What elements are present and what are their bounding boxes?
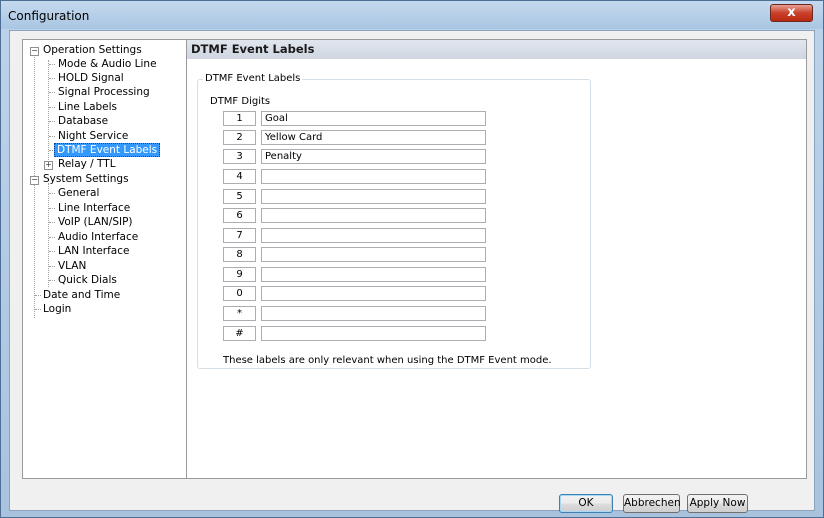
tree-item-operation-settings[interactable]: Operation Settings (41, 43, 144, 57)
tree-connector (48, 60, 49, 164)
label-input-0[interactable] (261, 286, 486, 301)
tree-item-dtmf-event-labels[interactable]: DTMF Event Labels (54, 143, 161, 157)
label-input-star[interactable] (261, 306, 486, 321)
tree-item-signal-processing[interactable]: Signal Processing (56, 85, 152, 99)
tree-item-voip[interactable]: VoIP (LAN/SIP) (56, 215, 135, 229)
title-bar[interactable]: Configuration x (1, 1, 823, 29)
label-input-8[interactable] (261, 247, 486, 262)
label-input-7[interactable] (261, 228, 486, 243)
cancel-button[interactable]: Abbrechen (623, 494, 681, 513)
label-input-9[interactable] (261, 267, 486, 282)
digit-cell: 6 (223, 208, 256, 223)
digit-cell: # (223, 326, 256, 341)
digit-cell: 8 (223, 247, 256, 262)
digit-cell: 5 (223, 189, 256, 204)
collapse-icon[interactable]: − (30, 176, 39, 185)
label-input-1[interactable]: Goal (261, 111, 486, 126)
tree-item-vlan[interactable]: VLAN (56, 259, 88, 273)
tree-connector (34, 52, 35, 318)
tree-item-date-and-time[interactable]: Date and Time (41, 288, 122, 302)
expand-icon[interactable]: + (44, 161, 53, 170)
tree-item-relay-ttl[interactable]: Relay / TTL (56, 157, 118, 171)
tree-item-database[interactable]: Database (56, 114, 110, 128)
digit-cell: 3 (223, 149, 256, 164)
label-input-4[interactable] (261, 169, 486, 184)
tree-item-mode-audio-line[interactable]: Mode & Audio Line (56, 57, 159, 71)
tree-item-line-interface[interactable]: Line Interface (56, 201, 132, 215)
tree-item-audio-interface[interactable]: Audio Interface (56, 230, 140, 244)
digit-cell: 4 (223, 169, 256, 184)
dtmf-group-box: DTMF Event Labels DTMF Digits 1 Goal 2 Y… (197, 73, 591, 369)
close-icon: x (787, 5, 796, 20)
digit-cell: 2 (223, 130, 256, 145)
close-button[interactable]: x (770, 4, 813, 22)
settings-tree[interactable]: − Operation Settings Mode & Audio Line H… (22, 39, 187, 479)
tree-item-general[interactable]: General (56, 186, 101, 200)
ok-button[interactable]: OK (559, 494, 613, 513)
label-input-hash[interactable] (261, 326, 486, 341)
tree-item-quick-dials[interactable]: Quick Dials (56, 273, 119, 287)
tree-connector (48, 183, 49, 287)
content-panel: DTMF Event Labels DTMF Event Labels DTMF… (187, 39, 807, 479)
window-title: Configuration (8, 9, 90, 23)
page-title: DTMF Event Labels (187, 40, 806, 59)
label-input-2[interactable]: Yellow Card (261, 130, 486, 145)
digit-cell: 0 (223, 286, 256, 301)
tree-item-hold-signal[interactable]: HOLD Signal (56, 71, 126, 85)
label-input-5[interactable] (261, 189, 486, 204)
label-input-6[interactable] (261, 208, 486, 223)
tree-item-login[interactable]: Login (41, 302, 73, 316)
collapse-icon[interactable]: − (30, 47, 39, 56)
footnote-text: These labels are only relevant when usin… (223, 355, 552, 366)
digit-cell: 9 (223, 267, 256, 282)
tree-item-system-settings[interactable]: System Settings (41, 172, 131, 186)
digit-cell: 1 (223, 111, 256, 126)
label-input-3[interactable]: Penalty (261, 149, 486, 164)
dtmf-digits-heading: DTMF Digits (210, 96, 271, 107)
digit-cell: 7 (223, 228, 256, 243)
configuration-window: Configuration x − Operation Settings Mod… (0, 0, 824, 518)
digit-cell: * (223, 306, 256, 321)
tree-item-line-labels[interactable]: Line Labels (56, 100, 119, 114)
tree-item-night-service[interactable]: Night Service (56, 129, 130, 143)
tree-item-lan-interface[interactable]: LAN Interface (56, 244, 131, 258)
apply-now-button[interactable]: Apply Now (687, 494, 748, 513)
group-title: DTMF Event Labels (203, 73, 303, 84)
client-area: − Operation Settings Mode & Audio Line H… (9, 30, 815, 513)
